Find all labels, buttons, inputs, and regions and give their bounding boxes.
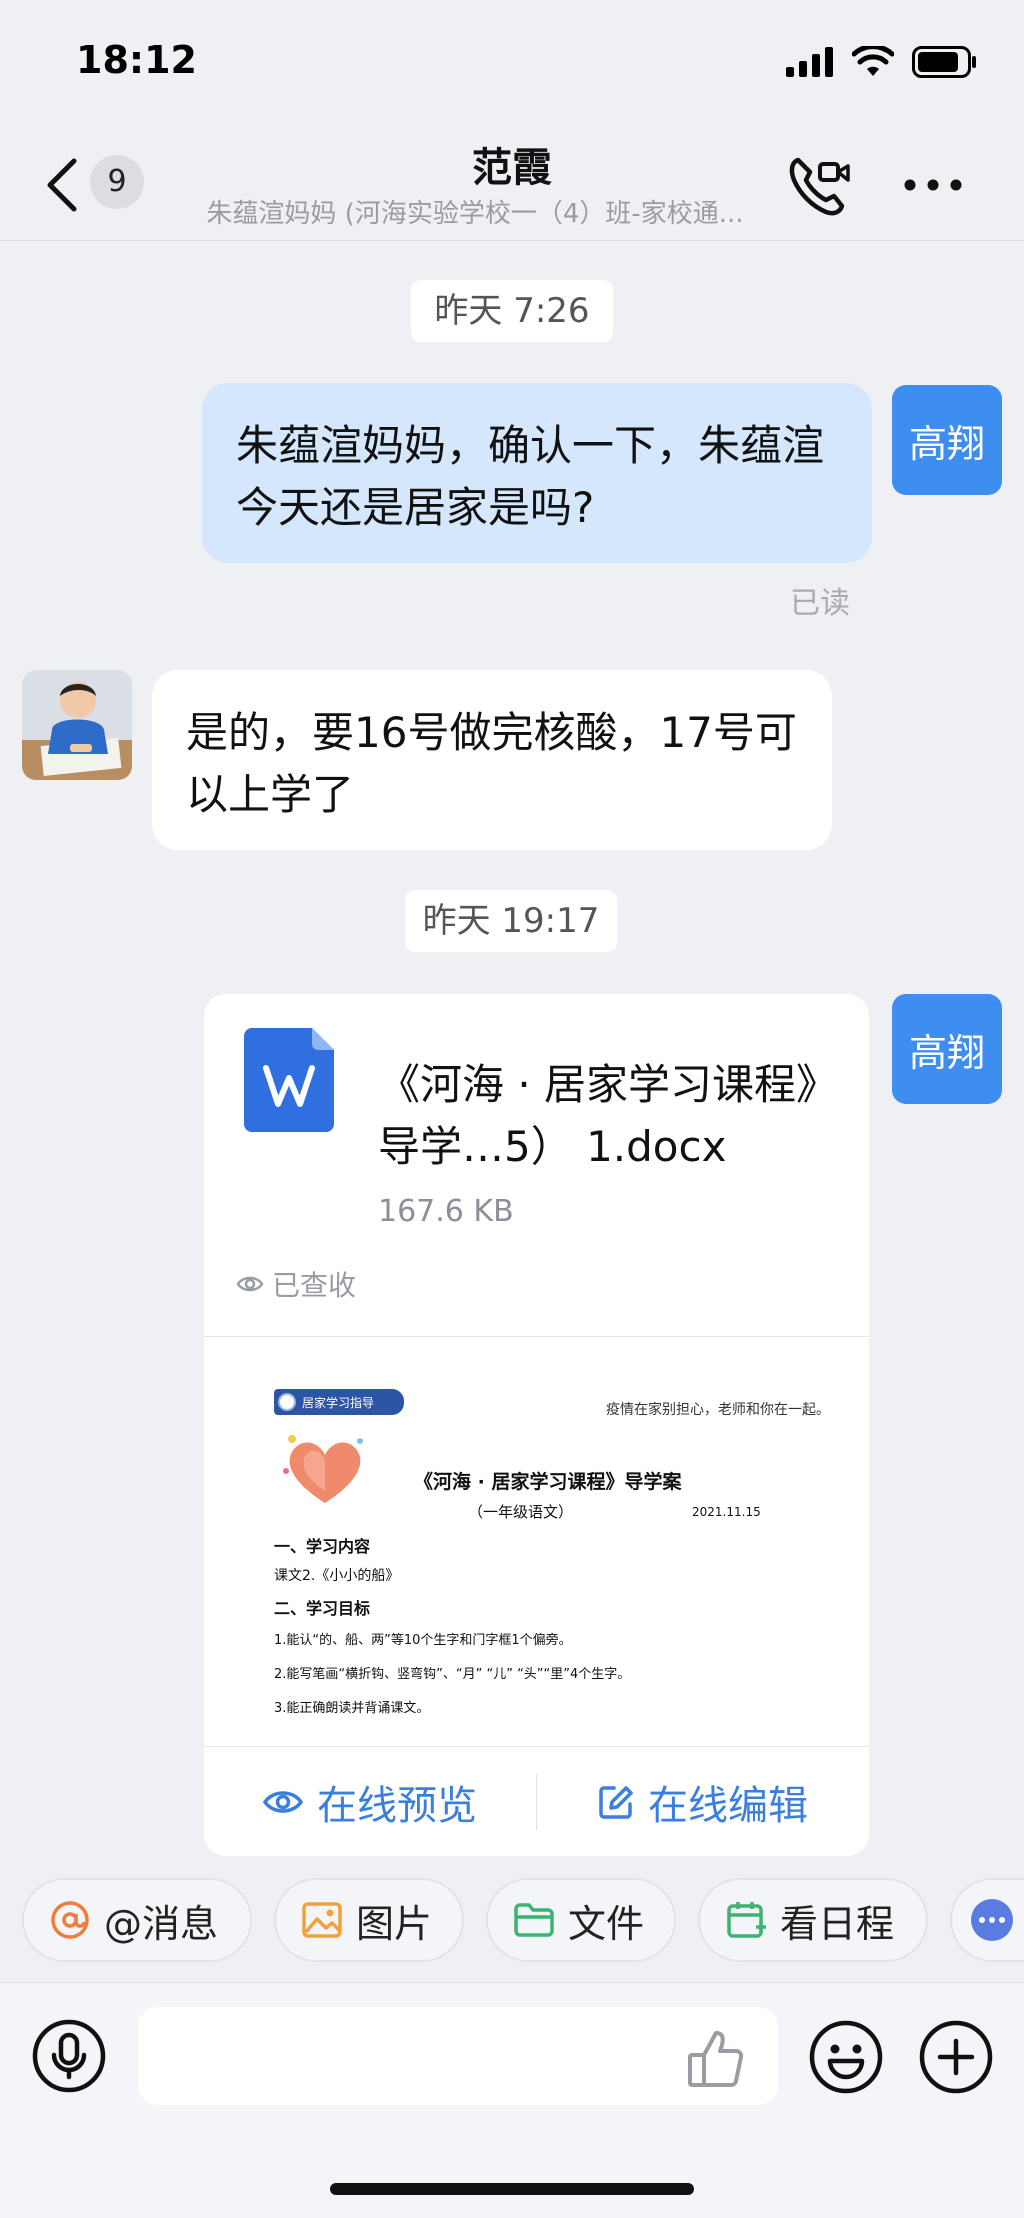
image-button[interactable]: 图片 <box>274 1878 464 1962</box>
calendar-button[interactable]: 看日程 <box>698 1878 928 1962</box>
preview-banner: 居家学习指导 <box>274 1389 404 1415</box>
voice-icon[interactable] <box>32 2019 106 2093</box>
plus-icon[interactable] <box>918 2019 994 2095</box>
preview-tagline: 疫情在家别担心，老师和你在一起。 <box>606 1402 830 1418</box>
home-indicator <box>330 2183 694 2195</box>
my-message-bubble[interactable]: 朱蕴渲妈妈，确认一下，朱蕴渲今天还是居家是吗? <box>202 383 872 563</box>
eye-icon <box>236 1276 264 1292</box>
calendar-label: 看日程 <box>780 1901 895 1946</box>
message-text: 是的，要16号做完核酸，17号可以上学了 <box>186 708 797 819</box>
contact-avatar[interactable] <box>22 670 132 780</box>
thumbs-up-icon[interactable] <box>686 2029 746 2089</box>
folder-icon <box>514 1903 554 1937</box>
preview-section1: 一、学习内容 <box>274 1537 371 1556</box>
school-logo-icon <box>278 1393 296 1411</box>
file-button[interactable]: 文件 <box>486 1878 676 1962</box>
calendar-icon <box>727 1902 766 1938</box>
status-time: 18:12 <box>76 38 197 82</box>
more-circle-icon <box>971 1899 1013 1941</box>
preview-title: 《河海 · 居家学习课程》导学案 <box>414 1471 682 1493</box>
status-bar: 18:12 <box>0 0 1024 125</box>
preview-line: 2.能写笔画“横折钩、竖弯钩”、“月” “儿” “头”“里”4个生字。 <box>274 1667 631 1682</box>
preview-line: 课文2.《小小的船》 <box>274 1568 400 1584</box>
battery-icon <box>912 46 976 78</box>
read-status: 已读 <box>790 586 850 621</box>
timestamp: 昨天 7:26 <box>411 280 613 342</box>
online-edit-label: 在线编辑 <box>648 1783 808 1829</box>
avatar-name: 高翔 <box>908 1030 985 1075</box>
image-label: 图片 <box>356 1901 433 1946</box>
timestamp: 昨天 19:17 <box>405 890 617 952</box>
image-icon <box>302 1902 342 1938</box>
mention-label: @消息 <box>104 1901 219 1946</box>
preview-subtitle: （一年级语文） <box>468 1503 574 1521</box>
contact-message-bubble[interactable]: 是的，要16号做完核酸，17号可以上学了 <box>152 670 832 850</box>
chat-header: 9 范霞 朱蕴渲妈妈 (河海实验学校一（4）班-家校通... <box>0 125 1024 241</box>
avatar-name: 高翔 <box>908 421 985 466</box>
preview-date: 2021.11.15 <box>692 1505 761 1519</box>
file-status: 已查收 <box>236 1264 356 1304</box>
preview-section2: 二、学习目标 <box>274 1599 371 1618</box>
file-actions: 在线预览 在线编辑 <box>204 1746 869 1856</box>
at-icon <box>51 1901 89 1939</box>
preview-line: 3.能正确朗读并背诵课文。 <box>274 1701 430 1716</box>
file-name: 《河海 · 居家学习课程》导学…5） 1.docx <box>378 1060 818 1171</box>
file-size: 167.6 KB <box>378 1194 514 1229</box>
quick-actions-bar: @消息 图片 文件 看日程 <box>0 1870 1024 1970</box>
online-edit-button[interactable]: 在线编辑 <box>537 1773 869 1831</box>
edit-icon <box>599 1786 633 1819</box>
child-photo-icon <box>22 670 132 780</box>
signal-icon <box>786 47 833 77</box>
more-actions-button[interactable] <box>950 1878 1024 1962</box>
file-status-label: 已查收 <box>272 1269 357 1302</box>
word-doc-icon <box>244 1028 334 1132</box>
file-label: 文件 <box>568 1901 645 1946</box>
video-call-icon[interactable] <box>784 150 854 220</box>
heart-illustration-icon <box>283 1435 363 1503</box>
message-input[interactable] <box>138 2007 778 2105</box>
status-icons <box>786 46 978 78</box>
file-message-card[interactable]: 《河海 · 居家学习课程》导学…5） 1.docx 167.6 KB 已查收 居… <box>204 994 869 1856</box>
message-composer <box>0 1982 1024 2218</box>
avatar[interactable]: 高翔 <box>892 385 1002 495</box>
preview-line: 1.能认“的、船、两”等10个生字和门字框1个偏旁。 <box>274 1633 572 1648</box>
eye-icon <box>263 1791 303 1813</box>
document-preview[interactable]: 居家学习指导 疫情在家别担心，老师和你在一起。 《河海 · 居家学习课程》导学案… <box>204 1337 869 1741</box>
more-icon[interactable] <box>898 165 968 205</box>
message-text: 朱蕴渲妈妈，确认一下，朱蕴渲今天还是居家是吗? <box>236 421 825 532</box>
avatar[interactable]: 高翔 <box>892 994 1002 1104</box>
mention-button[interactable]: @消息 <box>22 1878 252 1962</box>
online-preview-label: 在线预览 <box>317 1783 477 1829</box>
chat-title: 范霞 <box>472 145 552 191</box>
emoji-icon[interactable] <box>808 2019 884 2095</box>
wifi-icon <box>852 46 894 76</box>
chat-subtitle: 朱蕴渲妈妈 (河海实验学校一（4）班-家校通... <box>206 199 744 229</box>
online-preview-button[interactable]: 在线预览 <box>204 1773 536 1831</box>
